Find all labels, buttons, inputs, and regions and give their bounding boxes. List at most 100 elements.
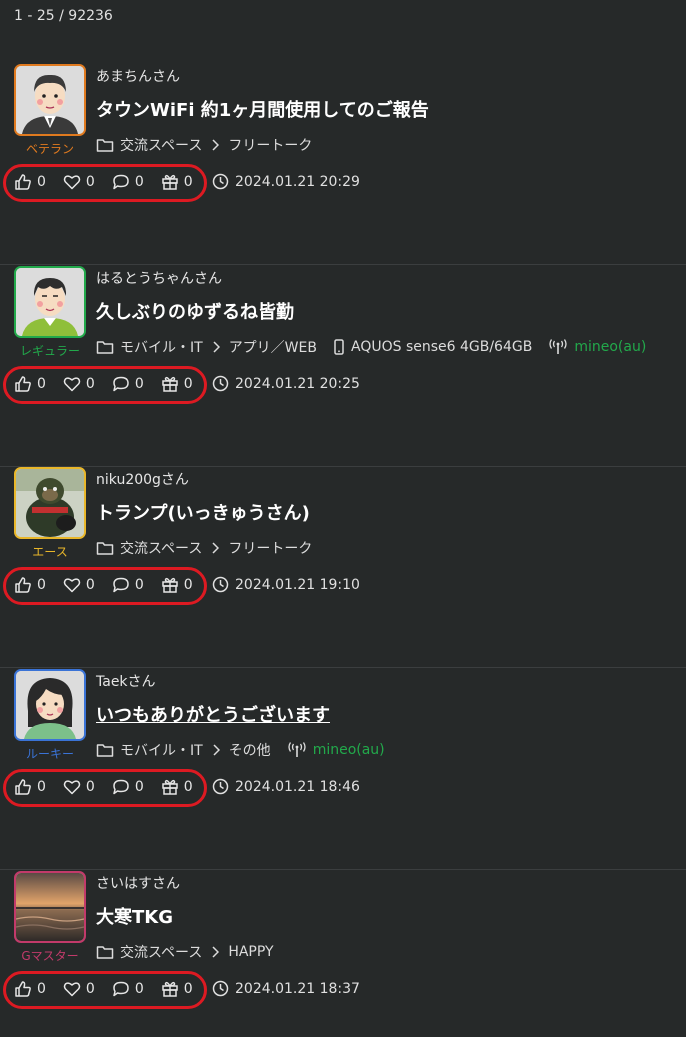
gift-stat[interactable]: 0	[161, 980, 193, 998]
user-rank: ルーキー	[25, 747, 74, 761]
heart-icon	[63, 175, 81, 190]
like-stat[interactable]: 0	[14, 375, 46, 393]
subcategory-link[interactable]: HAPPY	[228, 944, 273, 960]
device-name: AQUOS sense6 4GB/64GB	[350, 339, 533, 355]
thumbs-up-icon	[15, 577, 31, 593]
category-link[interactable]: 交流スペース	[120, 135, 202, 155]
gift-stat[interactable]: 0	[161, 576, 193, 594]
chevron-right-icon	[211, 139, 220, 151]
reaction-stats: 0 0 0 0	[14, 375, 210, 393]
smartphone-icon	[333, 339, 345, 355]
category-link[interactable]: モバイル・IT	[120, 337, 203, 357]
gift-count: 0	[183, 174, 193, 190]
comment-stat[interactable]: 0	[112, 173, 144, 191]
date-text: 2024.01.21 20:29	[235, 173, 360, 190]
avatar[interactable]	[14, 467, 86, 539]
post-category-breadcrumb: モバイル・IT その他 mineo(au)	[96, 740, 385, 760]
comment-count: 0	[134, 779, 144, 795]
user-rank: Gマスター	[21, 949, 79, 963]
gift-stat[interactable]: 0	[161, 778, 193, 796]
date-text: 2024.01.21 18:46	[235, 778, 360, 795]
like-stat[interactable]: 0	[14, 576, 46, 594]
user-name[interactable]: Taekさん	[96, 671, 156, 691]
heart-stat[interactable]: 0	[63, 778, 95, 796]
thumbs-up-icon	[15, 174, 31, 190]
subcategory-link[interactable]: フリートーク	[228, 538, 312, 558]
post-date: 2024.01.21 20:25	[212, 375, 360, 392]
thumbs-up-icon	[15, 981, 31, 997]
like-stat[interactable]: 0	[14, 173, 46, 191]
like-count: 0	[37, 779, 46, 795]
comment-stat[interactable]: 0	[112, 980, 144, 998]
clock-icon	[212, 778, 229, 795]
carrier-name: mineo(au)	[574, 339, 647, 355]
heart-stat[interactable]: 0	[63, 576, 95, 594]
heart-count: 0	[85, 981, 95, 997]
comment-stat[interactable]: 0	[112, 375, 144, 393]
reaction-stats: 0 0 0 0	[14, 778, 210, 796]
heart-stat[interactable]: 0	[63, 173, 95, 191]
thumbs-up-icon	[15, 779, 31, 795]
comment-stat[interactable]: 0	[112, 576, 144, 594]
folder-icon	[96, 339, 114, 355]
comment-icon	[113, 376, 129, 392]
date-text: 2024.01.21 20:25	[235, 375, 360, 392]
antenna-icon	[548, 339, 568, 355]
category-link[interactable]: 交流スペース	[120, 942, 202, 962]
avatar-man-illustration-icon	[16, 66, 84, 134]
heart-count: 0	[85, 174, 95, 190]
date-text: 2024.01.21 18:37	[235, 980, 360, 997]
list-item: レギュラー はるとうちゃんさん 久しぶりのゆずるね皆勤 モバイル・IT アプリ／…	[0, 266, 686, 467]
avatar-sunset-photo-icon	[16, 873, 84, 941]
user-name[interactable]: niku200gさん	[96, 469, 189, 489]
user-name[interactable]: さいはすさん	[96, 873, 180, 893]
subcategory-link[interactable]: アプリ／WEB	[229, 337, 317, 357]
avatar[interactable]	[14, 669, 86, 741]
gift-icon	[162, 376, 178, 392]
gift-stat[interactable]: 0	[161, 173, 193, 191]
heart-count: 0	[85, 779, 95, 795]
like-stat[interactable]: 0	[14, 778, 46, 796]
post-category-breadcrumb: 交流スペース フリートーク	[96, 135, 312, 155]
post-title[interactable]: トランプ(いっきゅうさん)	[96, 499, 310, 525]
category-link[interactable]: 交流スペース	[120, 538, 202, 558]
post-date: 2024.01.21 18:46	[212, 778, 360, 795]
category-link[interactable]: モバイル・IT	[120, 740, 203, 760]
post-date: 2024.01.21 20:29	[212, 173, 360, 190]
comment-count: 0	[134, 981, 144, 997]
antenna-icon	[287, 742, 307, 758]
clock-icon	[212, 576, 229, 593]
like-stat[interactable]: 0	[14, 980, 46, 998]
comment-stat[interactable]: 0	[112, 778, 144, 796]
list-item: ルーキー Taekさん いつもありがとうございます モバイル・IT その他 mi…	[0, 669, 686, 870]
like-count: 0	[37, 577, 46, 593]
avatar[interactable]	[14, 266, 86, 338]
list-item: エース niku200gさん トランプ(いっきゅうさん) 交流スペース フリート…	[0, 467, 686, 668]
subcategory-link[interactable]: フリートーク	[228, 135, 312, 155]
chevron-right-icon	[211, 946, 220, 958]
avatar[interactable]	[14, 871, 86, 943]
subcategory-link[interactable]: その他	[229, 740, 271, 760]
chevron-right-icon	[212, 744, 220, 756]
user-name[interactable]: はるとうちゃんさん	[96, 268, 222, 288]
gift-stat[interactable]: 0	[161, 375, 193, 393]
user-rank: ベテラン	[25, 142, 74, 156]
reaction-stats: 0 0 0 0	[14, 173, 210, 191]
post-title[interactable]: タウンWiFi 約1ヶ月間使用してのご報告	[96, 96, 429, 122]
user-name[interactable]: あまちんさん	[96, 66, 180, 86]
post-title[interactable]: 久しぶりのゆずるね皆勤	[96, 298, 294, 324]
post-title[interactable]: いつもありがとうございます	[96, 701, 330, 727]
list-item: Gマスター さいはすさん 大寒TKG 交流スペース HAPPY 0 0 0 0 …	[0, 871, 686, 1037]
gift-count: 0	[183, 981, 193, 997]
clock-icon	[212, 173, 229, 190]
heart-icon	[63, 578, 81, 593]
post-date: 2024.01.21 19:10	[212, 576, 360, 593]
heart-stat[interactable]: 0	[63, 980, 95, 998]
avatar[interactable]	[14, 64, 86, 136]
thumbs-up-icon	[15, 376, 31, 392]
heart-stat[interactable]: 0	[63, 375, 95, 393]
like-count: 0	[37, 376, 46, 392]
heart-count: 0	[85, 376, 95, 392]
post-title[interactable]: 大寒TKG	[96, 903, 173, 929]
carrier-name: mineo(au)	[312, 742, 385, 758]
